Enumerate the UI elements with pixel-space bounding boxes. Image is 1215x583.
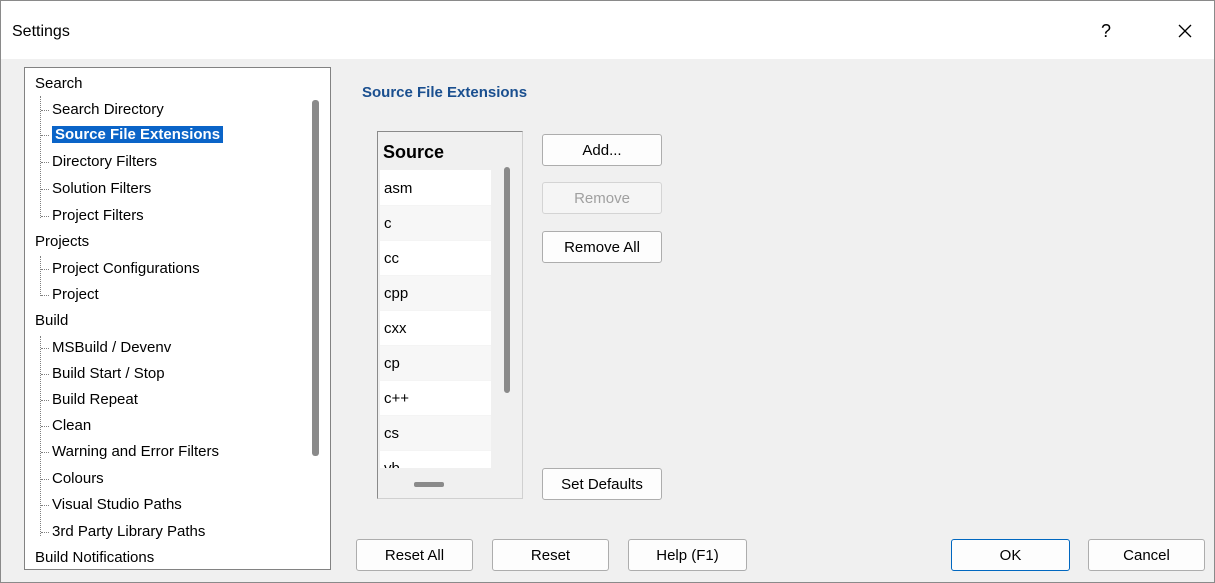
tree-item-msbuild-devenv[interactable]: MSBuild / Devenv — [41, 337, 171, 361]
extensions-list[interactable]: Source asm c cc cpp cxx cp c++ cs vb — [377, 131, 523, 499]
list-item[interactable]: cc — [380, 241, 491, 276]
tree-item-colours[interactable]: Colours — [41, 468, 104, 492]
window-title: Settings — [12, 23, 70, 40]
set-defaults-button[interactable]: Set Defaults — [542, 468, 662, 500]
tree-item-project-filters[interactable]: Project Filters — [41, 205, 144, 229]
list-item[interactable]: cs — [380, 416, 491, 451]
tree-group-build[interactable]: Build — [35, 310, 68, 334]
tree-item-build-start-stop[interactable]: Build Start / Stop — [41, 363, 165, 387]
list-item[interactable]: asm — [380, 171, 491, 206]
list-header[interactable]: Source — [380, 134, 491, 170]
remove-all-button[interactable]: Remove All — [542, 231, 662, 263]
list-item[interactable]: cp — [380, 346, 491, 381]
remove-button[interactable]: Remove — [542, 182, 662, 214]
cancel-button[interactable]: Cancel — [1088, 539, 1205, 571]
tree-item-clean[interactable]: Clean — [41, 415, 91, 439]
list-item[interactable]: cpp — [380, 276, 491, 311]
tree-item-visual-studio-paths[interactable]: Visual Studio Paths — [41, 494, 182, 518]
settings-tree[interactable]: Search Search Directory Source File Exte… — [24, 67, 331, 570]
list-item[interactable]: c++ — [380, 381, 491, 416]
tree-group-projects[interactable]: Projects — [35, 231, 89, 255]
list-horizontal-scrollbar[interactable] — [414, 482, 444, 487]
tree-item-directory-filters[interactable]: Directory Filters — [41, 151, 157, 175]
tree-item-source-file-extensions[interactable]: Source File Extensions — [41, 124, 224, 148]
list-item[interactable]: cxx — [380, 311, 491, 346]
tree-item-project[interactable]: Project — [41, 284, 99, 308]
tree-item-build-repeat[interactable]: Build Repeat — [41, 389, 138, 413]
add-button[interactable]: Add... — [542, 134, 662, 166]
tree-scrollbar[interactable] — [312, 100, 319, 456]
tree-group-search[interactable]: Search — [35, 73, 83, 97]
tree-item-solution-filters[interactable]: Solution Filters — [41, 178, 151, 202]
tree-item-3rd-party-library-paths[interactable]: 3rd Party Library Paths — [41, 521, 205, 545]
list-item[interactable]: vb — [380, 451, 491, 468]
section-title: Source File Extensions — [362, 84, 528, 101]
help-icon[interactable]: ? — [1084, 9, 1128, 53]
tree-item-warning-error-filters[interactable]: Warning and Error Filters — [41, 441, 219, 465]
close-icon[interactable] — [1161, 9, 1209, 53]
list-item[interactable]: c — [380, 206, 491, 241]
title-bar: Settings ? — [1, 1, 1214, 59]
list-vertical-scrollbar[interactable] — [504, 167, 510, 393]
help-button[interactable]: Help (F1) — [628, 539, 747, 571]
tree-item-project-configurations[interactable]: Project Configurations — [41, 258, 200, 282]
ok-button[interactable]: OK — [951, 539, 1070, 571]
settings-dialog: Settings ? Search Search Directory Sourc… — [0, 0, 1215, 583]
reset-button[interactable]: Reset — [492, 539, 609, 571]
reset-all-button[interactable]: Reset All — [356, 539, 473, 571]
tree-group-build-notifications[interactable]: Build Notifications — [35, 547, 154, 569]
tree-item-search-directory[interactable]: Search Directory — [41, 99, 164, 123]
